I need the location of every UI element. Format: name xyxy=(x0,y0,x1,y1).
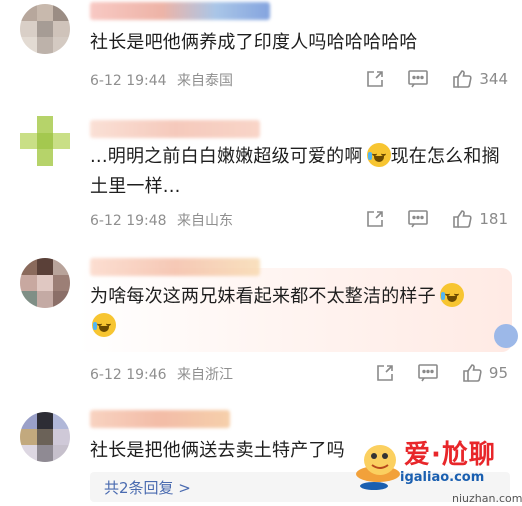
username-blurred[interactable] xyxy=(90,410,230,428)
like-count: 181 xyxy=(479,210,508,228)
comment-icon xyxy=(408,70,429,88)
avatar[interactable] xyxy=(20,258,70,308)
avatar[interactable] xyxy=(20,412,70,462)
crying-laughing-emoji xyxy=(366,143,391,167)
like-button[interactable]: 181 xyxy=(451,208,508,230)
thumbs-up-icon xyxy=(463,364,482,382)
bubble-decoration-icon xyxy=(494,324,518,348)
like-button[interactable]: 344 xyxy=(451,68,508,90)
comment-time: 6-12 19:44 xyxy=(90,73,167,89)
username-blurred[interactable] xyxy=(90,120,260,138)
view-replies-button[interactable]: 共2条回复 > xyxy=(90,472,510,502)
comment-button[interactable] xyxy=(407,209,429,229)
comment-meta: 6-12 19:48 来自山东 xyxy=(90,210,233,230)
crying-laughing-emoji xyxy=(439,283,464,307)
comment-text-part1: ...明明之前白白嫩嫩超级可爱的啊 xyxy=(90,146,363,167)
share-button[interactable] xyxy=(365,69,385,89)
view-replies-label: 共2条回复 > xyxy=(104,479,191,497)
avatar[interactable] xyxy=(20,4,70,54)
comment-time: 6-12 19:46 xyxy=(90,367,167,383)
comment-actions: 344 xyxy=(365,68,508,90)
username-blurred[interactable] xyxy=(90,258,260,276)
comment-button[interactable] xyxy=(407,69,429,89)
comment-icon xyxy=(408,210,429,228)
like-button[interactable]: 95 xyxy=(461,362,508,384)
share-icon xyxy=(367,211,384,227)
like-count: 344 xyxy=(479,70,508,88)
comment-actions: 181 xyxy=(365,208,508,230)
share-button[interactable] xyxy=(365,209,385,229)
comment-meta: 6-12 19:46 来自浙江 xyxy=(90,364,233,384)
comment-location: 来自泰国 xyxy=(177,73,234,89)
like-count: 95 xyxy=(488,364,508,382)
comment-text-content: 为啥每次这两兄妹看起来都不太整洁的样子 xyxy=(90,286,436,307)
watermark-title: 爱·尬聊 xyxy=(404,440,496,470)
comment-text: 社长是吧他俩养成了印度人吗哈哈哈哈哈 xyxy=(90,32,418,53)
thumbs-up-icon xyxy=(453,210,472,228)
comment-text: ...明明之前白白嫩嫩超级可爱的啊 现在怎么和搁土里一样... xyxy=(90,142,502,202)
comment-actions: 95 xyxy=(375,362,508,384)
comment-button[interactable] xyxy=(417,363,439,383)
share-icon xyxy=(367,71,384,87)
comment-location: 来自山东 xyxy=(177,213,234,229)
comment-time: 6-12 19:48 xyxy=(90,213,167,229)
comment-meta: 6-12 19:44 来自泰国 xyxy=(90,70,233,90)
thumbs-up-icon xyxy=(453,70,472,88)
username-blurred[interactable] xyxy=(90,2,270,20)
comment-icon xyxy=(418,364,438,382)
share-icon xyxy=(377,365,393,381)
comment-text: 社长是把他俩送去卖土特产了吗 xyxy=(90,440,345,461)
comment-text: 为啥每次这两兄妹看起来都不太整洁的样子 xyxy=(90,282,502,342)
avatar[interactable] xyxy=(20,116,70,166)
crying-laughing-emoji xyxy=(92,313,116,337)
share-button[interactable] xyxy=(375,363,395,383)
comment-location: 来自浙江 xyxy=(177,367,234,383)
